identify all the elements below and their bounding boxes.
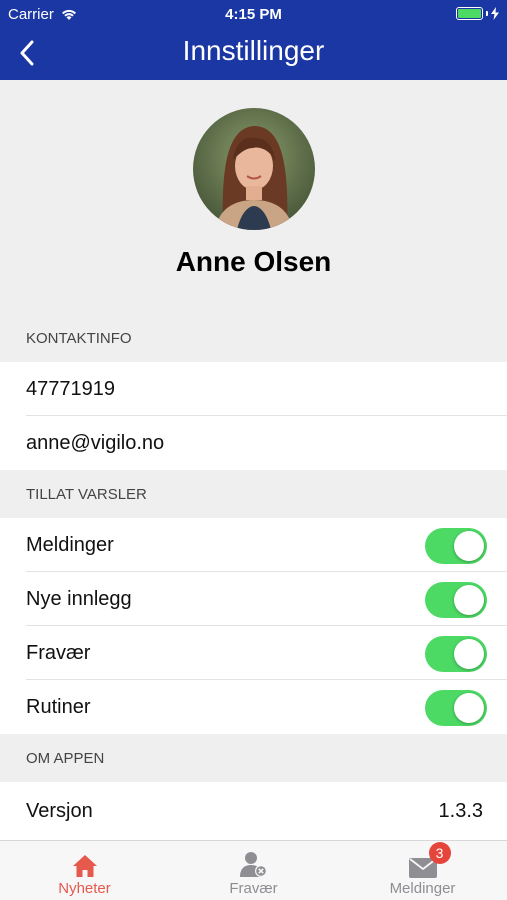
profile-name: Anne Olsen <box>175 246 332 277</box>
battery-icon <box>456 7 499 20</box>
notification-row-rutiner: Rutiner <box>0 680 507 734</box>
home-icon <box>72 855 97 877</box>
profile-section: Anne Olsen <box>0 80 507 314</box>
status-time: 4:15 PM <box>225 6 282 23</box>
notification-label: Rutiner <box>26 695 91 718</box>
tab-fravaer[interactable]: Fravær <box>169 841 338 900</box>
tab-label: Meldinger <box>389 880 456 897</box>
version-value: 1.3.3 <box>438 799 483 822</box>
status-bar: Carrier 4:15 PM <box>0 0 507 28</box>
meldinger-toggle[interactable] <box>425 528 487 564</box>
person-absence-icon <box>239 852 267 877</box>
notification-label: Fravær <box>26 641 91 664</box>
charging-bolt-icon <box>491 7 499 20</box>
navigation-bar: Innstillinger <box>0 28 507 80</box>
phone-row[interactable]: 47771919 <box>0 362 507 416</box>
tab-meldinger[interactable]: 3 Meldinger <box>338 841 507 900</box>
tab-nyheter[interactable]: Nyheter <box>0 841 169 900</box>
avatar <box>193 108 315 230</box>
email-row[interactable]: anne@vigilo.no <box>0 416 507 470</box>
tab-label: Fravær <box>229 880 278 897</box>
rutiner-toggle[interactable] <box>425 690 487 726</box>
section-header-contact: KONTAKTINFO <box>0 314 507 362</box>
phone-number: 47771919 <box>26 377 115 400</box>
unread-badge: 3 <box>428 842 451 864</box>
notification-row-meldinger: Meldinger <box>0 518 507 572</box>
notification-label: Nye innlegg <box>26 587 132 610</box>
page-title: Innstillinger <box>182 35 325 66</box>
notification-row-fravaer: Fravær <box>0 626 507 680</box>
fravaer-toggle[interactable] <box>425 636 487 672</box>
tab-label: Nyheter <box>58 880 111 897</box>
section-header-notifications: TILLAT VARSLER <box>0 470 507 518</box>
section-header-about: OM APPEN <box>0 734 507 782</box>
version-label: Versjon <box>26 799 93 822</box>
email-address: anne@vigilo.no <box>26 431 165 454</box>
nye-innlegg-toggle[interactable] <box>425 582 487 618</box>
notification-row-nye-innlegg: Nye innlegg <box>0 572 507 626</box>
notification-label: Meldinger <box>26 533 114 556</box>
version-row: Versjon 1.3.3 <box>0 782 507 840</box>
tab-bar: Nyheter Fravær 3 Meldinger <box>0 840 507 900</box>
